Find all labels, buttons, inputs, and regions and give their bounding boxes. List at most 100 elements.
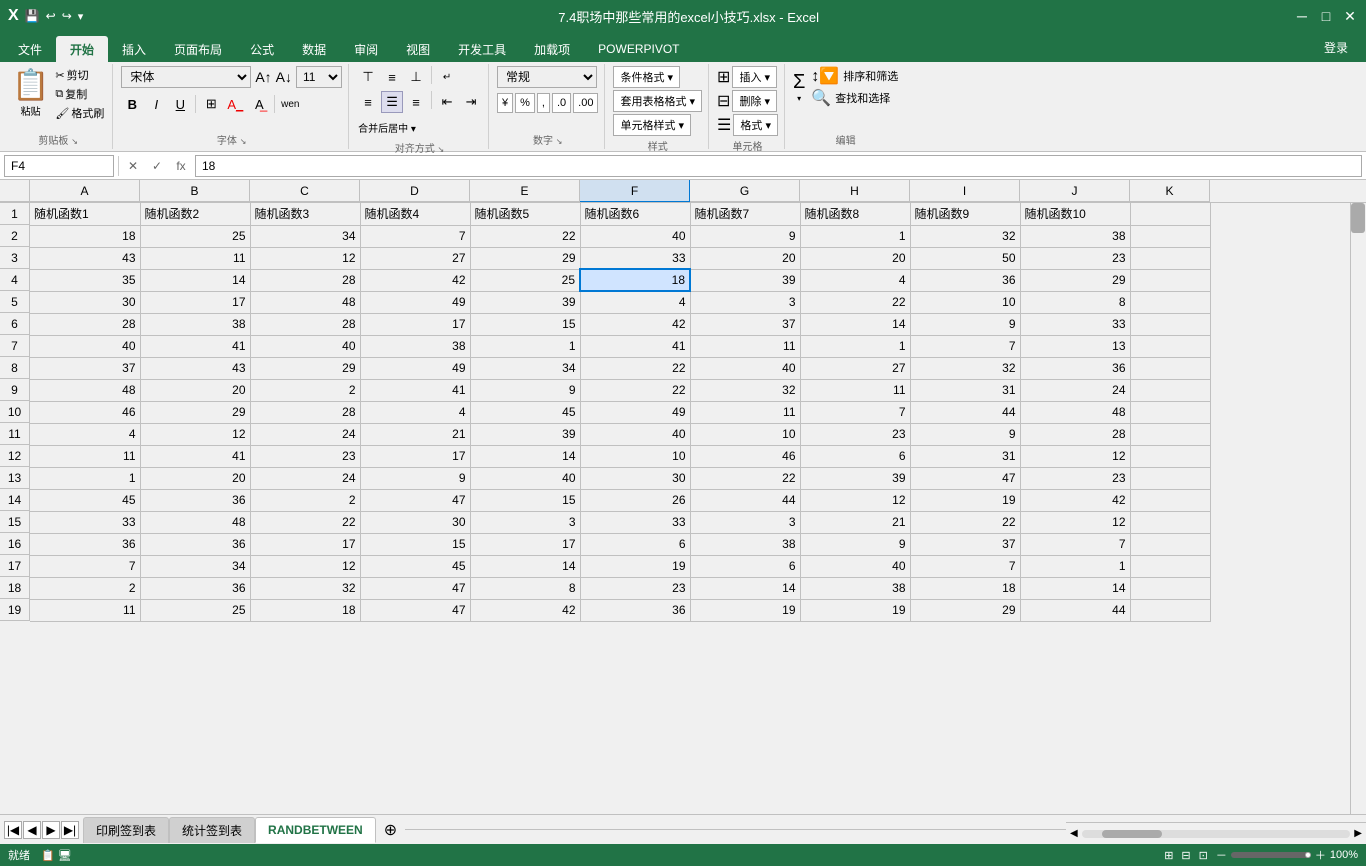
cell-r3-c2[interactable]: 11 — [140, 247, 250, 269]
cell-r10-c10[interactable]: 48 — [1020, 401, 1130, 423]
cell-r15-c3[interactable]: 22 — [250, 511, 360, 533]
restore-button[interactable]: □ — [1318, 8, 1334, 24]
cell-r16-c10[interactable]: 7 — [1020, 533, 1130, 555]
cell-r6-c1[interactable]: 28 — [30, 313, 140, 335]
cell-r12-c4[interactable]: 17 — [360, 445, 470, 467]
row-num-17[interactable]: 17 — [0, 555, 30, 577]
cell-r17-c8[interactable]: 40 — [800, 555, 910, 577]
cell-r16-c9[interactable]: 37 — [910, 533, 1020, 555]
col-header-e[interactable]: E — [470, 180, 580, 202]
cell-r7-c4[interactable]: 38 — [360, 335, 470, 357]
merge-button[interactable]: 合并后居中 ▾ — [357, 116, 417, 138]
font-shrink-icon[interactable]: A↓ — [276, 69, 292, 85]
col-header-j[interactable]: J — [1020, 180, 1130, 202]
cell-r15-c2[interactable]: 48 — [140, 511, 250, 533]
cell-r12-c9[interactable]: 31 — [910, 445, 1020, 467]
tab-powerpivot[interactable]: POWERPIVOT — [584, 36, 693, 62]
col-header-a[interactable]: A — [30, 180, 140, 202]
col-header-d[interactable]: D — [360, 180, 470, 202]
grid[interactable]: 随机函数1随机函数2随机函数3随机函数4随机函数5随机函数6随机函数7随机函数8… — [30, 203, 1350, 814]
row-num-14[interactable]: 14 — [0, 489, 30, 511]
cell-r4-c10[interactable]: 29 — [1020, 269, 1130, 291]
tab-developer[interactable]: 开发工具 — [444, 36, 520, 62]
cell-r1-c8[interactable]: 随机函数8 — [800, 203, 910, 225]
tab-insert[interactable]: 插入 — [108, 36, 160, 62]
cell-r10-c8[interactable]: 7 — [800, 401, 910, 423]
cell-r14-c6[interactable]: 26 — [580, 489, 690, 511]
row-num-10[interactable]: 10 — [0, 401, 30, 423]
cell-r7-c5[interactable]: 1 — [470, 335, 580, 357]
cell-r2-c9[interactable]: 32 — [910, 225, 1020, 247]
cell-r1-c2[interactable]: 随机函数2 — [140, 203, 250, 225]
cell-r5-c11[interactable] — [1130, 291, 1210, 313]
cell-r8-c6[interactable]: 22 — [580, 357, 690, 379]
cell-r12-c7[interactable]: 46 — [690, 445, 800, 467]
format-painter-button[interactable]: 🖌 格式刷 — [53, 104, 106, 122]
cancel-formula-icon[interactable]: ✕ — [123, 156, 143, 176]
cell-r12-c2[interactable]: 41 — [140, 445, 250, 467]
cell-r9-c1[interactable]: 48 — [30, 379, 140, 401]
cell-r4-c1[interactable]: 35 — [30, 269, 140, 291]
col-header-h[interactable]: H — [800, 180, 910, 202]
cell-r5-c1[interactable]: 30 — [30, 291, 140, 313]
format-as-table-button[interactable]: 套用表格格式 ▾ — [613, 90, 702, 112]
cell-r16-c5[interactable]: 17 — [470, 533, 580, 555]
cell-r11-c7[interactable]: 10 — [690, 423, 800, 445]
cell-r6-c9[interactable]: 9 — [910, 313, 1020, 335]
cell-r13-c7[interactable]: 22 — [690, 467, 800, 489]
cell-r19-c8[interactable]: 19 — [800, 599, 910, 621]
cell-r17-c1[interactable]: 7 — [30, 555, 140, 577]
row-num-7[interactable]: 7 — [0, 335, 30, 357]
cell-r19-c5[interactable]: 42 — [470, 599, 580, 621]
cell-r12-c11[interactable] — [1130, 445, 1210, 467]
cell-r13-c1[interactable]: 1 — [30, 467, 140, 489]
formula-input[interactable] — [195, 155, 1362, 177]
cell-r12-c6[interactable]: 10 — [580, 445, 690, 467]
tab-data[interactable]: 数据 — [288, 36, 340, 62]
cell-r17-c11[interactable] — [1130, 555, 1210, 577]
format-button[interactable]: 格式 ▾ — [733, 114, 778, 136]
cell-r14-c3[interactable]: 2 — [250, 489, 360, 511]
thousands-button[interactable]: , — [537, 93, 550, 113]
cell-r18-c2[interactable]: 36 — [140, 577, 250, 599]
h-scroll-left-icon[interactable]: ◀ — [1070, 828, 1078, 839]
cell-r19-c7[interactable]: 19 — [690, 599, 800, 621]
row-num-8[interactable]: 8 — [0, 357, 30, 379]
cell-r3-c7[interactable]: 20 — [690, 247, 800, 269]
add-sheet-button[interactable]: ⊕ — [376, 816, 405, 844]
row-num-4[interactable]: 4 — [0, 269, 30, 291]
cell-r6-c2[interactable]: 38 — [140, 313, 250, 335]
tab-formulas[interactable]: 公式 — [236, 36, 288, 62]
cell-r8-c9[interactable]: 32 — [910, 357, 1020, 379]
insert-function-icon[interactable]: fx — [171, 156, 191, 176]
italic-button[interactable]: I — [145, 93, 167, 115]
cell-r7-c2[interactable]: 41 — [140, 335, 250, 357]
cell-r9-c9[interactable]: 31 — [910, 379, 1020, 401]
cell-r11-c8[interactable]: 23 — [800, 423, 910, 445]
align-left-button[interactable]: ≡ — [357, 91, 379, 113]
font-name-select[interactable]: 宋体 — [121, 66, 251, 88]
delete-button[interactable]: 删除 ▾ — [732, 90, 777, 112]
cell-r19-c3[interactable]: 18 — [250, 599, 360, 621]
cell-r5-c9[interactable]: 10 — [910, 291, 1020, 313]
decrease-decimal-button[interactable]: .0 — [552, 93, 571, 113]
cell-r6-c3[interactable]: 28 — [250, 313, 360, 335]
cell-r13-c4[interactable]: 9 — [360, 467, 470, 489]
quick-save-icon[interactable]: 💾 — [25, 9, 40, 23]
cell-r16-c11[interactable] — [1130, 533, 1210, 555]
cell-r1-c6[interactable]: 随机函数6 — [580, 203, 690, 225]
cell-r15-c6[interactable]: 33 — [580, 511, 690, 533]
cut-button[interactable]: ✂ 剪切 — [53, 66, 106, 84]
cell-r5-c5[interactable]: 39 — [470, 291, 580, 313]
cell-r5-c4[interactable]: 49 — [360, 291, 470, 313]
row-num-5[interactable]: 5 — [0, 291, 30, 313]
cell-r19-c2[interactable]: 25 — [140, 599, 250, 621]
align-bottom-button[interactable]: ⊥ — [405, 66, 427, 88]
bold-button[interactable]: B — [121, 93, 143, 115]
cell-r15-c5[interactable]: 3 — [470, 511, 580, 533]
cell-r18-c8[interactable]: 38 — [800, 577, 910, 599]
cell-r10-c5[interactable]: 45 — [470, 401, 580, 423]
cell-r1-c3[interactable]: 随机函数3 — [250, 203, 360, 225]
cell-r4-c7[interactable]: 39 — [690, 269, 800, 291]
conditional-format-button[interactable]: 条件格式 ▾ — [613, 66, 680, 88]
